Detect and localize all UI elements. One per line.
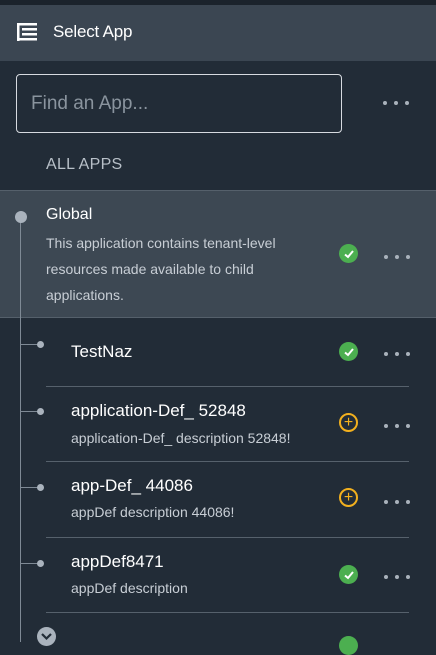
app-more-options-button[interactable] xyxy=(384,418,410,434)
check-circle-icon xyxy=(339,565,358,584)
app-more-options-button[interactable] xyxy=(384,569,410,585)
app-title[interactable]: application-Def_ 52848 xyxy=(71,401,246,421)
chevron-down-icon[interactable] xyxy=(37,627,56,646)
tree-node-icon xyxy=(37,560,44,567)
tree-node-icon xyxy=(37,408,44,415)
app-header: Select App xyxy=(0,5,436,61)
app-more-options-button[interactable] xyxy=(384,494,410,510)
global-app-title: Global xyxy=(46,206,93,223)
tree-node-icon xyxy=(37,341,44,348)
header-title: Select App xyxy=(53,22,133,41)
find-app-search-input[interactable] xyxy=(16,74,342,133)
app-description: appDef description xyxy=(71,580,188,596)
check-circle-icon xyxy=(339,636,358,655)
plus-circle-icon[interactable]: + xyxy=(339,488,358,507)
check-circle-icon xyxy=(339,244,358,263)
plus-circle-icon[interactable]: + xyxy=(339,413,358,432)
app-more-options-button[interactable] xyxy=(384,346,410,362)
row-divider xyxy=(46,386,409,387)
tree-list-icon xyxy=(17,23,37,41)
all-apps-heading: ALL APPS xyxy=(46,156,123,173)
app-description: appDef description 44086! xyxy=(71,504,235,520)
global-app-description: This application contains tenant-level r… xyxy=(46,235,276,303)
more-dot-icon xyxy=(383,101,387,105)
row-divider xyxy=(46,461,409,462)
tree-node-icon xyxy=(37,484,44,491)
app-title[interactable]: app-Def_ 44086 xyxy=(71,476,193,496)
app-description: application-Def_ description 52848! xyxy=(71,430,291,446)
check-circle-icon xyxy=(339,342,358,361)
row-divider xyxy=(46,612,409,613)
tree-root-node-icon xyxy=(15,211,27,223)
search-more-options-button[interactable] xyxy=(383,95,409,111)
app-title-testnaz[interactable]: TestNaz xyxy=(71,342,132,362)
global-more-options-button[interactable] xyxy=(384,249,410,265)
row-divider xyxy=(46,537,409,538)
tree-connector-line xyxy=(20,216,21,642)
app-title[interactable]: appDef8471 xyxy=(71,552,164,572)
